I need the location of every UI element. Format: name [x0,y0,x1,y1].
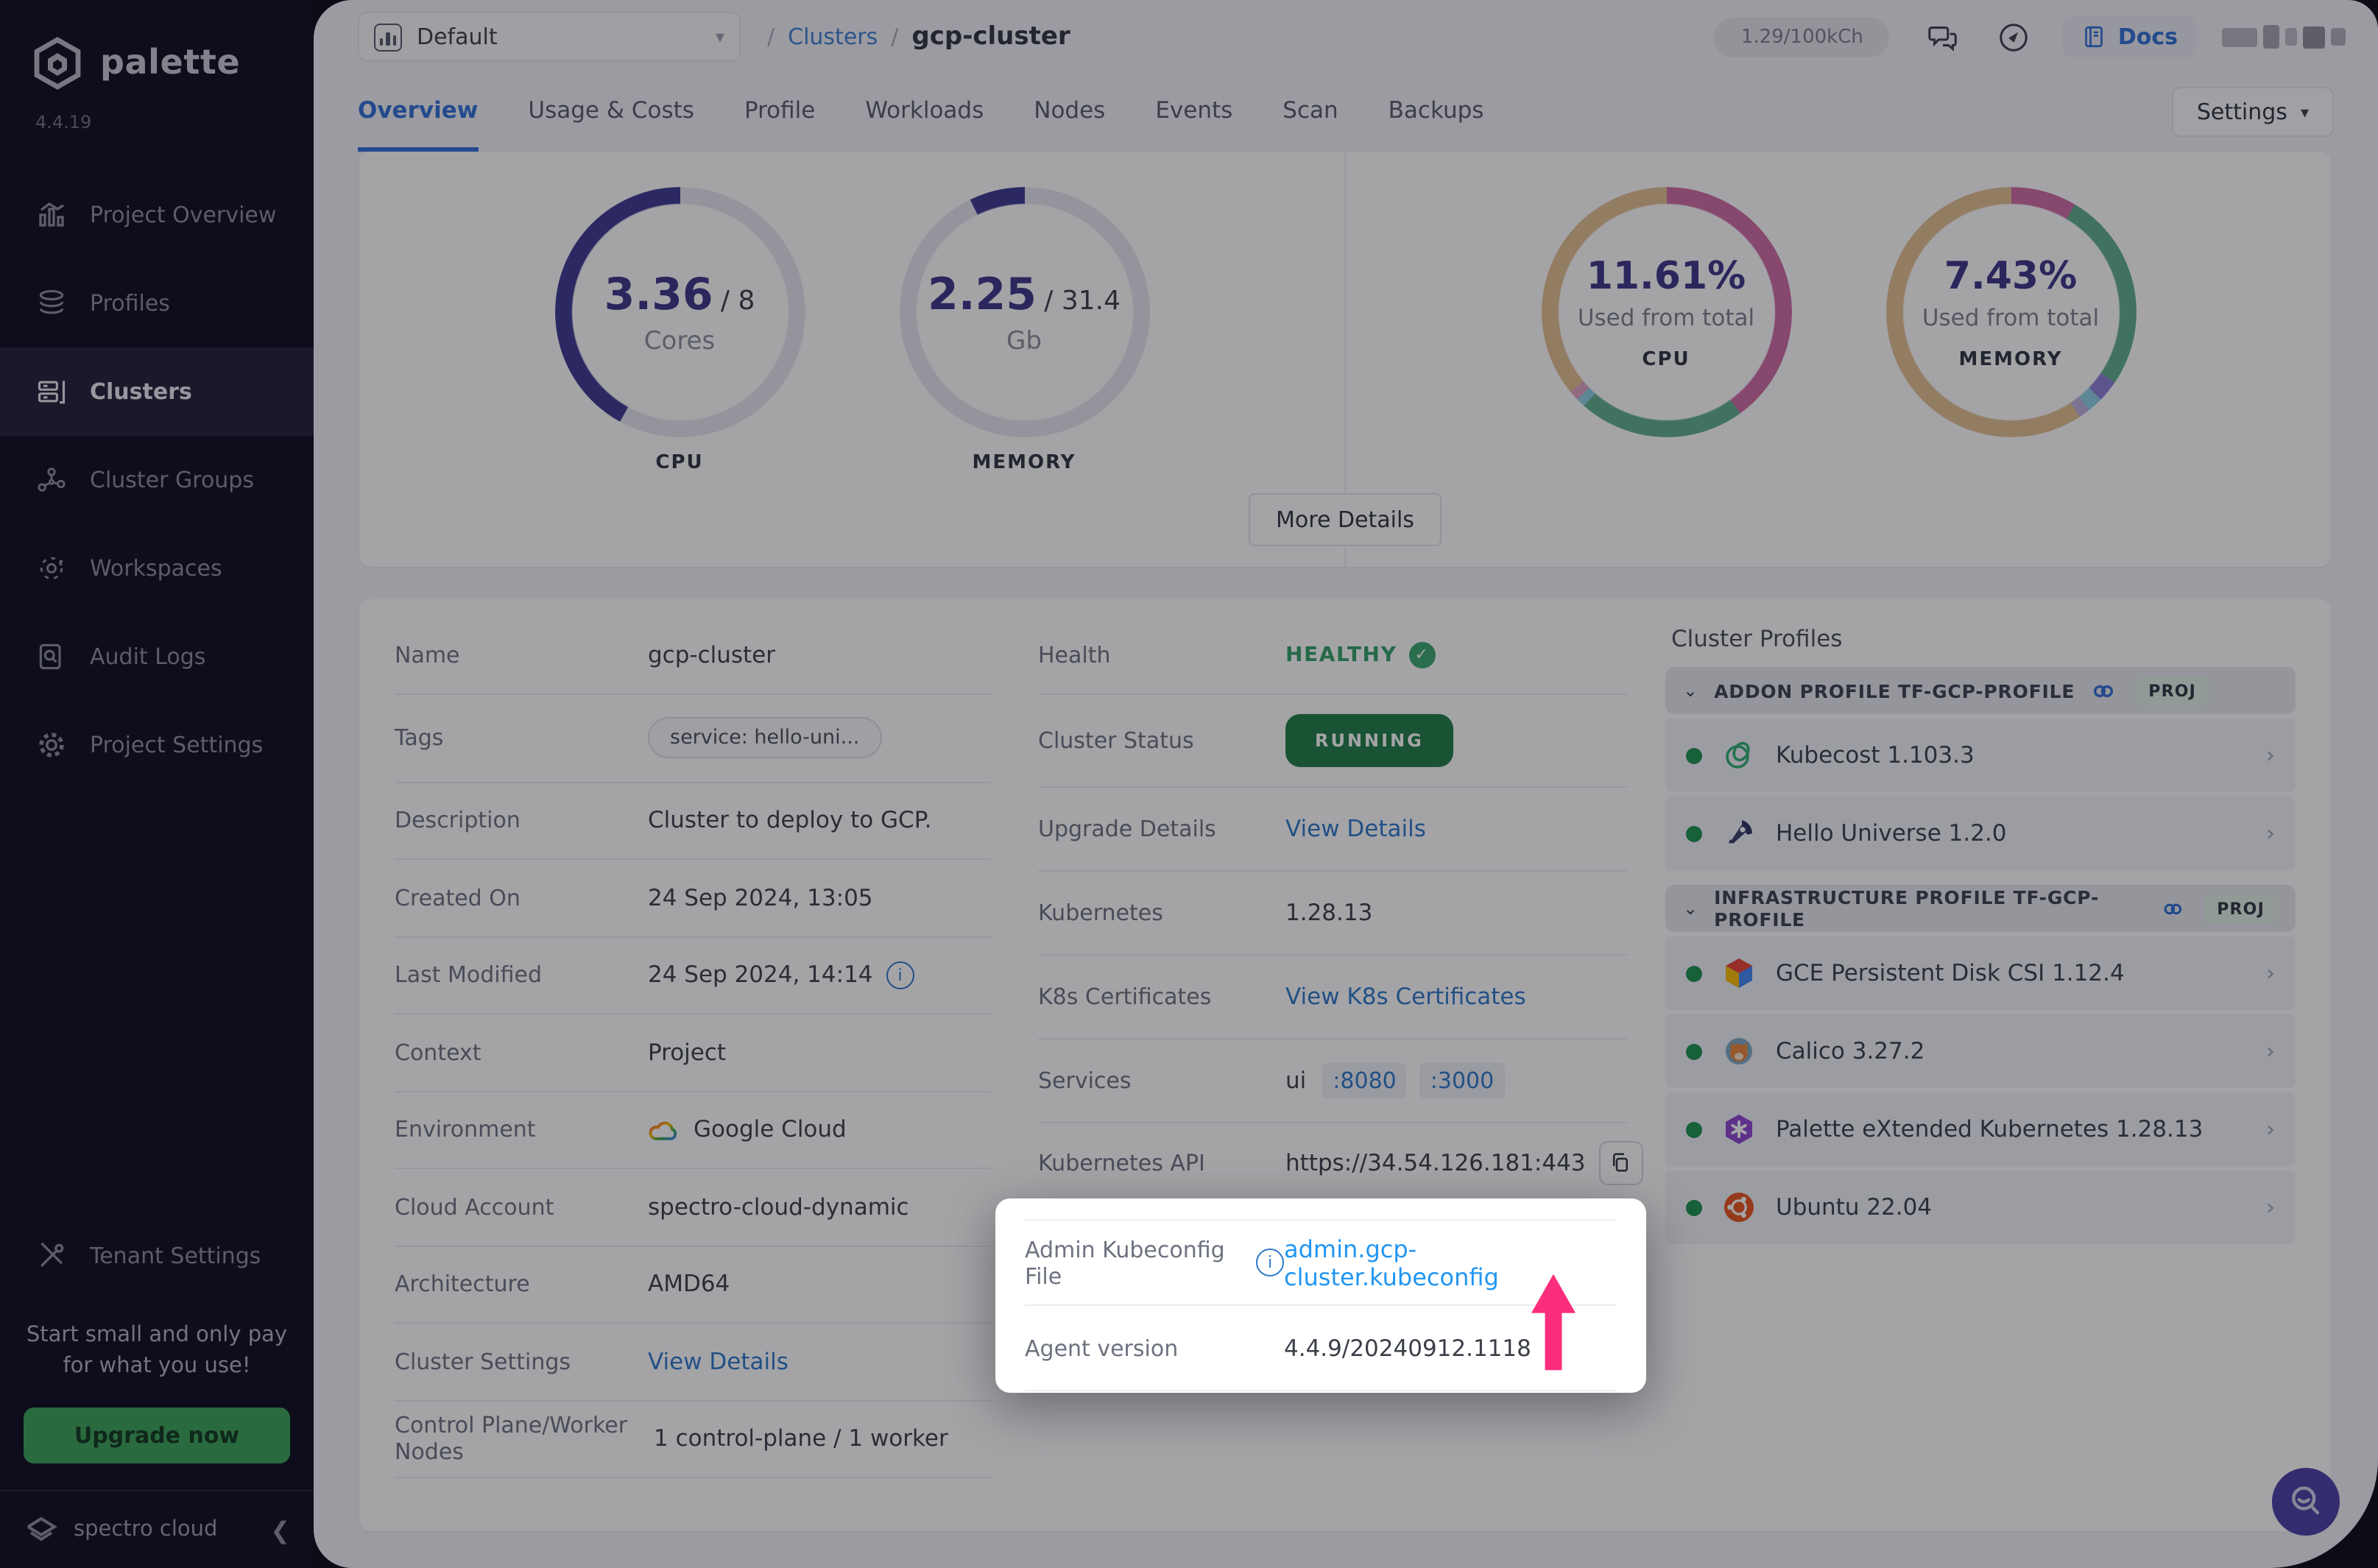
kubeconfig-spotlight-card: Admin Kubeconfig File i admin.gcp-cluste… [995,1198,1646,1393]
kubeconfig-label: Admin Kubeconfig File [1025,1236,1244,1289]
agent-version-label: Agent version [1025,1335,1284,1361]
info-icon[interactable]: i [1256,1249,1284,1276]
agent-version-value: 4.4.9/20240912.1118 [1284,1335,1531,1361]
admin-kubeconfig-row: Admin Kubeconfig File i admin.gcp-cluste… [1025,1219,1617,1306]
tour-arrow-icon [1531,1272,1576,1372]
agent-version-row: Agent version 4.4.9/20240912.1118 [1025,1306,1617,1391]
